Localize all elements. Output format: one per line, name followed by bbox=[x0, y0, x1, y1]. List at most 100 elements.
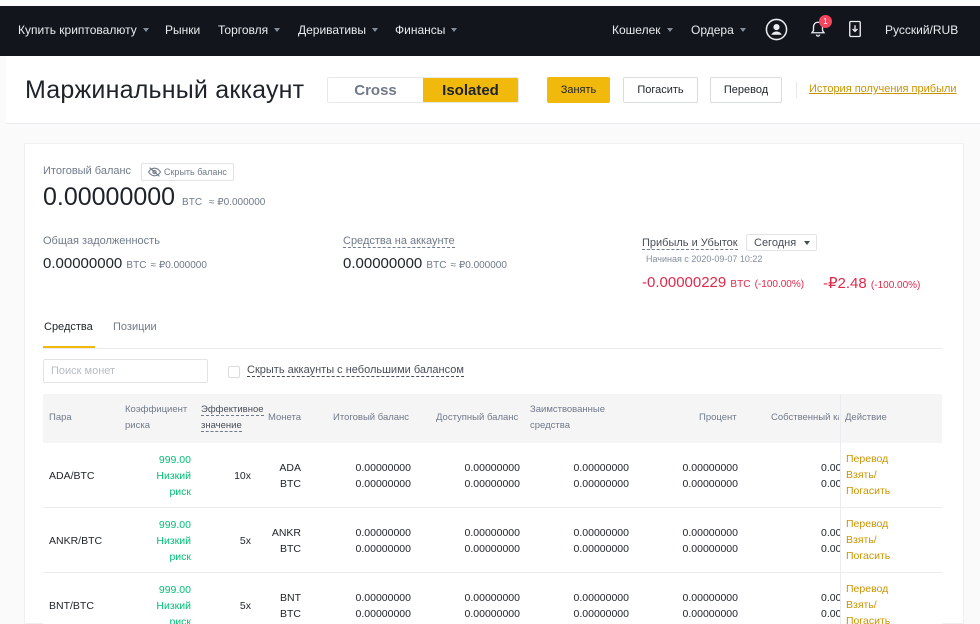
pnl-btc-pct: (-100.00%) bbox=[754, 279, 805, 290]
available-cell: 0.00000000 bbox=[464, 478, 520, 490]
nav-trade-label: Торговля bbox=[218, 23, 269, 37]
total-balance-label: Итоговый баланс bbox=[43, 165, 132, 177]
table-row: ADA/BTC 999.00 Низкий риск 10x ADA BTC 0… bbox=[43, 443, 942, 508]
pnl-rub-pct: (-100.00%) bbox=[870, 280, 921, 291]
chevron-down-icon bbox=[804, 240, 811, 245]
pair-cell: ADA/BTC bbox=[49, 470, 95, 482]
total-balance-unit: BTC bbox=[182, 197, 203, 208]
th-coin: Монета bbox=[268, 412, 302, 423]
th-total: Итоговый баланс bbox=[333, 412, 410, 423]
pnl-btc-value: -0.00000229 bbox=[642, 274, 727, 291]
coin-cell: ADA bbox=[279, 462, 301, 474]
top-nav: Купить криптовалюту Рынки Торговля Дерив… bbox=[0, 0, 980, 56]
borrow-action-link[interactable]: Взять/ bbox=[846, 597, 877, 613]
th-ratio-1: Коэффициент bbox=[125, 404, 188, 415]
top-strip bbox=[0, 0, 980, 6]
margin-mode-toggle: Cross Isolated bbox=[327, 77, 519, 103]
total-balance-fiat: ≈ ₽0.000000 bbox=[209, 197, 266, 208]
nav-trade[interactable]: Торговля bbox=[218, 23, 281, 37]
nav-markets[interactable]: Рынки bbox=[165, 23, 200, 37]
th-available: Доступный баланс bbox=[436, 412, 519, 423]
transfer-action-link[interactable]: Перевод bbox=[846, 581, 888, 597]
account-assets-label: Средства на аккаунте bbox=[343, 235, 455, 248]
borrow-action-link[interactable]: Взять/ bbox=[846, 532, 877, 548]
total-debt-value: 0.00000000 bbox=[43, 255, 123, 272]
chevron-down-icon bbox=[274, 28, 281, 32]
transfer-button[interactable]: Перевод bbox=[710, 77, 782, 103]
borrowed-cell: 0.00000000 bbox=[573, 527, 629, 539]
profile-button[interactable] bbox=[764, 17, 788, 41]
table-row: BNT/BTC 999.00 Низкий риск 5x BNT BTC 0.… bbox=[43, 573, 942, 624]
hide-small-balances-checkbox[interactable] bbox=[228, 366, 240, 378]
risk-level-cell: Низкий bbox=[156, 470, 191, 482]
interest-cell: 0.00000000 bbox=[682, 478, 738, 490]
nav-orders[interactable]: Ордера bbox=[691, 23, 746, 37]
repay-action-link[interactable]: Погасить bbox=[846, 483, 890, 499]
pnl-btc-unit: BTC bbox=[730, 279, 751, 290]
table-header: Пара Коэффициент риска Эффективное значе… bbox=[43, 394, 942, 443]
coin-cell: BTC bbox=[280, 608, 301, 620]
pair-cell: ANKR/BTC bbox=[49, 535, 103, 547]
pnl-rub: -₽2.48 (-100.00%) bbox=[823, 274, 920, 292]
transfer-action-link[interactable]: Перевод bbox=[846, 516, 888, 532]
account-assets-fiat: ≈ ₽0.000000 bbox=[450, 260, 507, 271]
nav-buy-crypto-label: Купить криптовалюту bbox=[18, 23, 137, 37]
chevron-down-icon bbox=[451, 28, 458, 32]
coin-cell: BTC bbox=[280, 543, 301, 555]
interest-cell: 0.00000000 bbox=[682, 543, 738, 555]
account-assets: 0.00000000 BTC ≈ ₽0.000000 bbox=[343, 255, 507, 272]
pnl-label: Прибыль и Убыток bbox=[642, 237, 738, 250]
nav-buy-crypto[interactable]: Купить криптовалюту bbox=[18, 23, 149, 37]
mode-cross-tab[interactable]: Cross bbox=[328, 78, 423, 102]
coin-cell: ANKR bbox=[271, 527, 301, 539]
nav-orders-label: Ордера bbox=[691, 23, 734, 37]
pnl-since: Начиная с 2020-09-07 10:22 bbox=[646, 254, 763, 264]
transfer-action-link[interactable]: Перевод bbox=[846, 451, 888, 467]
repay-button[interactable]: Погасить bbox=[623, 77, 698, 103]
borrow-button[interactable]: Занять bbox=[547, 77, 610, 103]
th-action: Действие bbox=[845, 412, 887, 423]
total-debt-fiat: ≈ ₽0.000000 bbox=[150, 260, 207, 271]
pnl-period-select[interactable]: Сегодня bbox=[746, 234, 817, 251]
header-divider bbox=[796, 82, 797, 98]
risk-ratio-cell: 999.00 bbox=[158, 584, 191, 596]
hide-balance-button[interactable]: Скрыть баланс bbox=[141, 163, 234, 181]
language-label: Русский/RUB bbox=[885, 23, 959, 37]
interest-cell: 0.00000000 bbox=[682, 462, 738, 474]
borrowed-cell: 0.00000000 bbox=[573, 462, 629, 474]
th-eff-1: Эффективное bbox=[201, 404, 264, 416]
interest-cell: 0.00000000 bbox=[682, 592, 738, 604]
leverage-cell: 5x bbox=[239, 600, 251, 612]
coin-search-input[interactable] bbox=[43, 359, 208, 383]
leverage-cell: 10x bbox=[234, 470, 251, 482]
total-cell: 0.00000000 bbox=[355, 543, 411, 555]
language-selector[interactable]: Русский/RUB bbox=[885, 23, 958, 37]
equity-cell: 0.00 bbox=[821, 543, 842, 555]
risk-level-cell: Низкий bbox=[156, 600, 191, 612]
nav-wallet[interactable]: Кошелек bbox=[612, 23, 673, 37]
nav-derivatives[interactable]: Деривативы bbox=[298, 23, 379, 37]
risk-level-cell: риск bbox=[169, 616, 191, 624]
mode-isolated-tab[interactable]: Isolated bbox=[423, 78, 518, 102]
download-button[interactable] bbox=[843, 17, 867, 41]
repay-action-link[interactable]: Погасить bbox=[846, 613, 890, 624]
risk-level-cell: риск bbox=[169, 551, 191, 563]
pnl-rub-value: -₽2.48 bbox=[823, 275, 867, 292]
repay-action-link[interactable]: Погасить bbox=[846, 548, 890, 564]
chevron-down-icon bbox=[372, 28, 379, 32]
page-title: Маржинальный аккаунт bbox=[25, 76, 305, 104]
equity-cell: 0.00 bbox=[821, 462, 842, 474]
notification-badge: 1 bbox=[819, 15, 832, 28]
tab-assets[interactable]: Средства bbox=[44, 321, 93, 333]
profit-history-link[interactable]: История получения прибыли bbox=[809, 83, 957, 95]
chevron-down-icon bbox=[142, 28, 149, 32]
nav-finance[interactable]: Финансы bbox=[395, 23, 458, 37]
available-cell: 0.00000000 bbox=[464, 592, 520, 604]
risk-level-cell: Низкий bbox=[156, 535, 191, 547]
available-cell: 0.00000000 bbox=[464, 462, 520, 474]
risk-ratio-cell: 999.00 bbox=[158, 454, 191, 466]
tab-positions[interactable]: Позиции bbox=[113, 321, 157, 333]
hide-small-balances-label[interactable]: Скрыть аккаунты с небольшими балансом bbox=[247, 364, 464, 377]
borrow-action-link[interactable]: Взять/ bbox=[846, 467, 877, 483]
equity-cell: 0.00 bbox=[821, 592, 842, 604]
